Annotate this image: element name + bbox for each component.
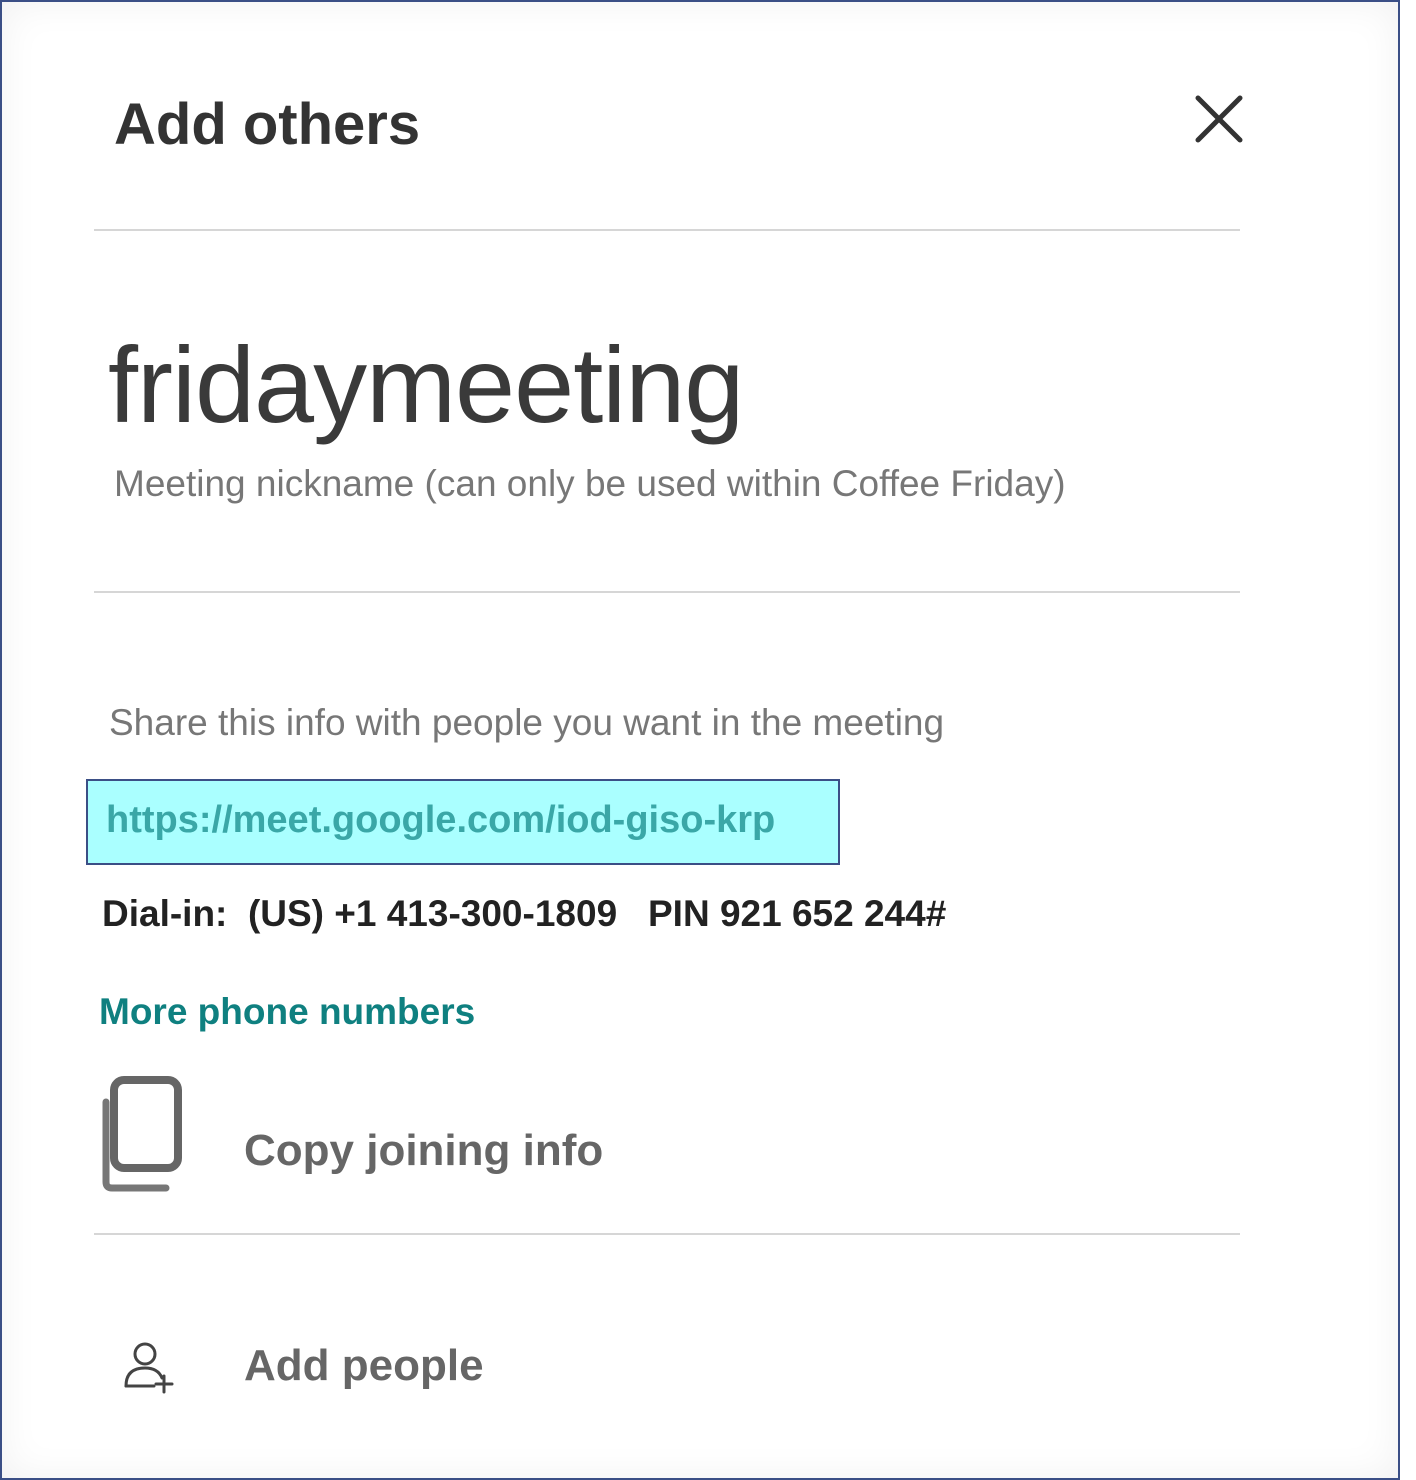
meeting-link-highlight: https://meet.google.com/iod-giso-krp: [86, 779, 840, 865]
screenshot-frame: Add others fridaymeeting Meeting nicknam…: [0, 0, 1400, 1480]
divider: [94, 229, 1240, 231]
copy-joining-info-label: Copy joining info: [244, 1126, 604, 1175]
copy-icon: [102, 1076, 182, 1192]
add-person-icon: [124, 1342, 174, 1394]
add-people-label: Add people: [244, 1341, 484, 1390]
divider: [94, 591, 1240, 593]
share-instruction: Share this info with people you want in …: [109, 702, 945, 743]
meeting-nickname: fridaymeeting: [108, 324, 744, 445]
meeting-nickname-caption: Meeting nickname (can only be used withi…: [114, 463, 1066, 504]
close-icon: [1195, 95, 1243, 143]
add-people-button[interactable]: Add people: [118, 1332, 1018, 1402]
copy-joining-info-button[interactable]: Copy joining info: [98, 1072, 1098, 1202]
dialog-title: Add others: [114, 92, 421, 157]
close-button[interactable]: [1188, 88, 1248, 148]
dial-in-info: Dial-in: (US) +1 413-300-1809 PIN 921 65…: [102, 893, 947, 934]
divider: [94, 1233, 1240, 1235]
meeting-link[interactable]: https://meet.google.com/iod-giso-krp: [106, 796, 775, 844]
more-phone-numbers-link[interactable]: More phone numbers: [99, 988, 475, 1036]
